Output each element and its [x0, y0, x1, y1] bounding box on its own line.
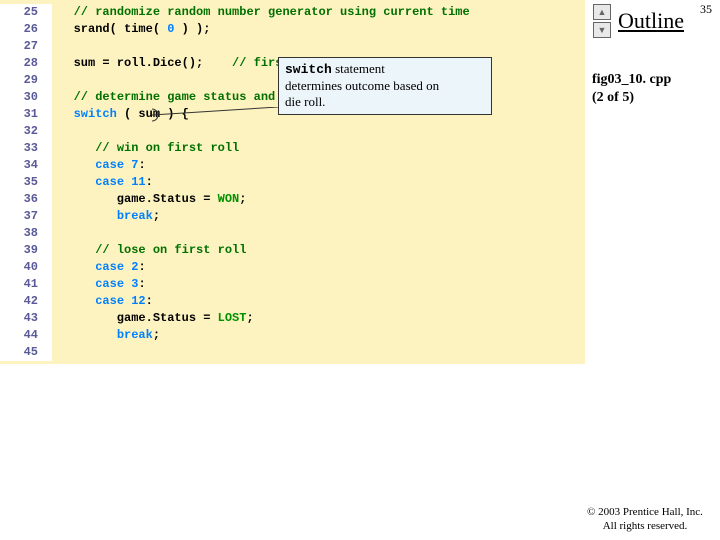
code-text: case 7:	[52, 157, 146, 174]
code-text: case 3:	[52, 276, 146, 293]
line-number: 33	[0, 140, 52, 157]
line-number: 35	[0, 174, 52, 191]
line-number: 42	[0, 293, 52, 310]
figure-label: fig03_10. cpp	[592, 72, 671, 88]
code-block: 25 // randomize random number generator …	[0, 0, 585, 364]
line-number: 40	[0, 259, 52, 276]
code-text: switch ( sum ) {	[52, 106, 189, 123]
code-text: // determine game status and	[52, 89, 275, 106]
line-number: 39	[0, 242, 52, 259]
copyright-text: © 2003 Prentice Hall, Inc. All rights re…	[570, 505, 720, 533]
code-text: // lose on first roll	[52, 242, 246, 259]
line-number: 30	[0, 89, 52, 106]
code-text: sum = roll.Dice(); // first	[52, 55, 290, 72]
line-number: 25	[0, 4, 52, 21]
line-number: 37	[0, 208, 52, 225]
code-text: case 11:	[52, 174, 153, 191]
nav-down-button[interactable]: ▼	[593, 22, 611, 38]
code-text: case 2:	[52, 259, 146, 276]
code-text: game.Status = WON;	[52, 191, 246, 208]
nav-up-button[interactable]: ▲	[593, 4, 611, 20]
page-number: 35	[700, 2, 712, 17]
line-number: 32	[0, 123, 52, 140]
line-number: 43	[0, 310, 52, 327]
line-number: 31	[0, 106, 52, 123]
line-number: 41	[0, 276, 52, 293]
code-text: // randomize random number generator usi…	[52, 4, 470, 21]
figure-part: (2 of 5)	[592, 90, 634, 106]
line-number: 45	[0, 344, 52, 361]
line-number: 27	[0, 38, 52, 55]
code-text: game.Status = LOST;	[52, 310, 254, 327]
line-number: 26	[0, 21, 52, 38]
callout-annotation: switch statement determines outcome base…	[278, 57, 492, 115]
outline-heading: Outline	[618, 8, 684, 34]
line-number: 29	[0, 72, 52, 89]
line-number: 28	[0, 55, 52, 72]
slide: 25 // randomize random number generator …	[0, 0, 720, 540]
line-number: 44	[0, 327, 52, 344]
line-number: 34	[0, 157, 52, 174]
code-text: srand( time( 0 ) );	[52, 21, 210, 38]
code-text: // win on first roll	[52, 140, 239, 157]
code-text: case 12:	[52, 293, 153, 310]
code-text: break;	[52, 327, 160, 344]
line-number: 38	[0, 225, 52, 242]
nav-buttons: ▲ ▼	[593, 4, 611, 40]
code-text: break;	[52, 208, 160, 225]
line-number: 36	[0, 191, 52, 208]
